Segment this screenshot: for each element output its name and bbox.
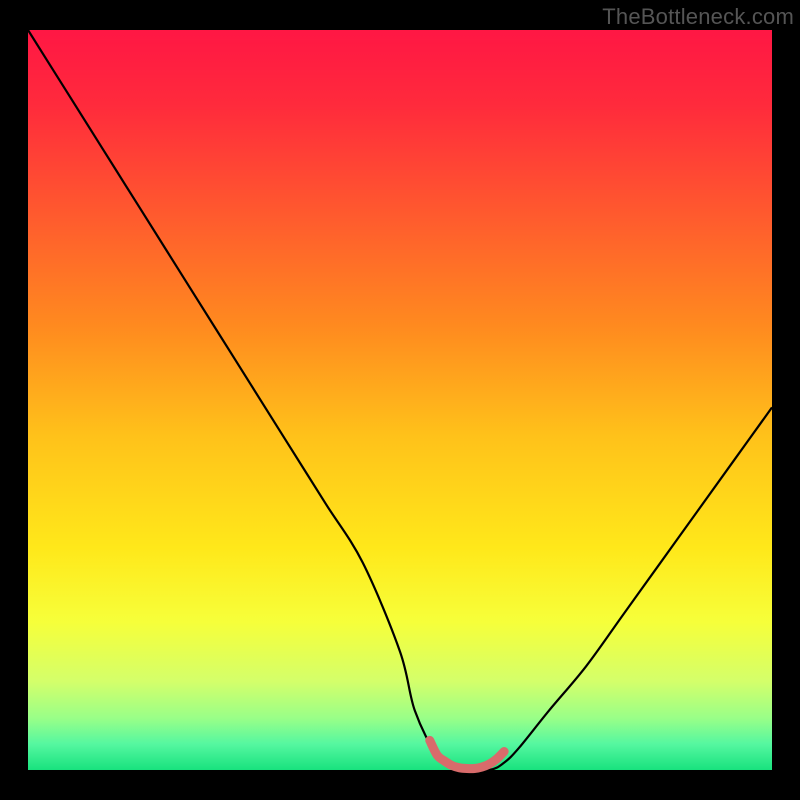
chart-plot-area: [28, 30, 772, 770]
watermark-text: TheBottleneck.com: [602, 4, 794, 30]
bottleneck-chart: [0, 0, 800, 800]
